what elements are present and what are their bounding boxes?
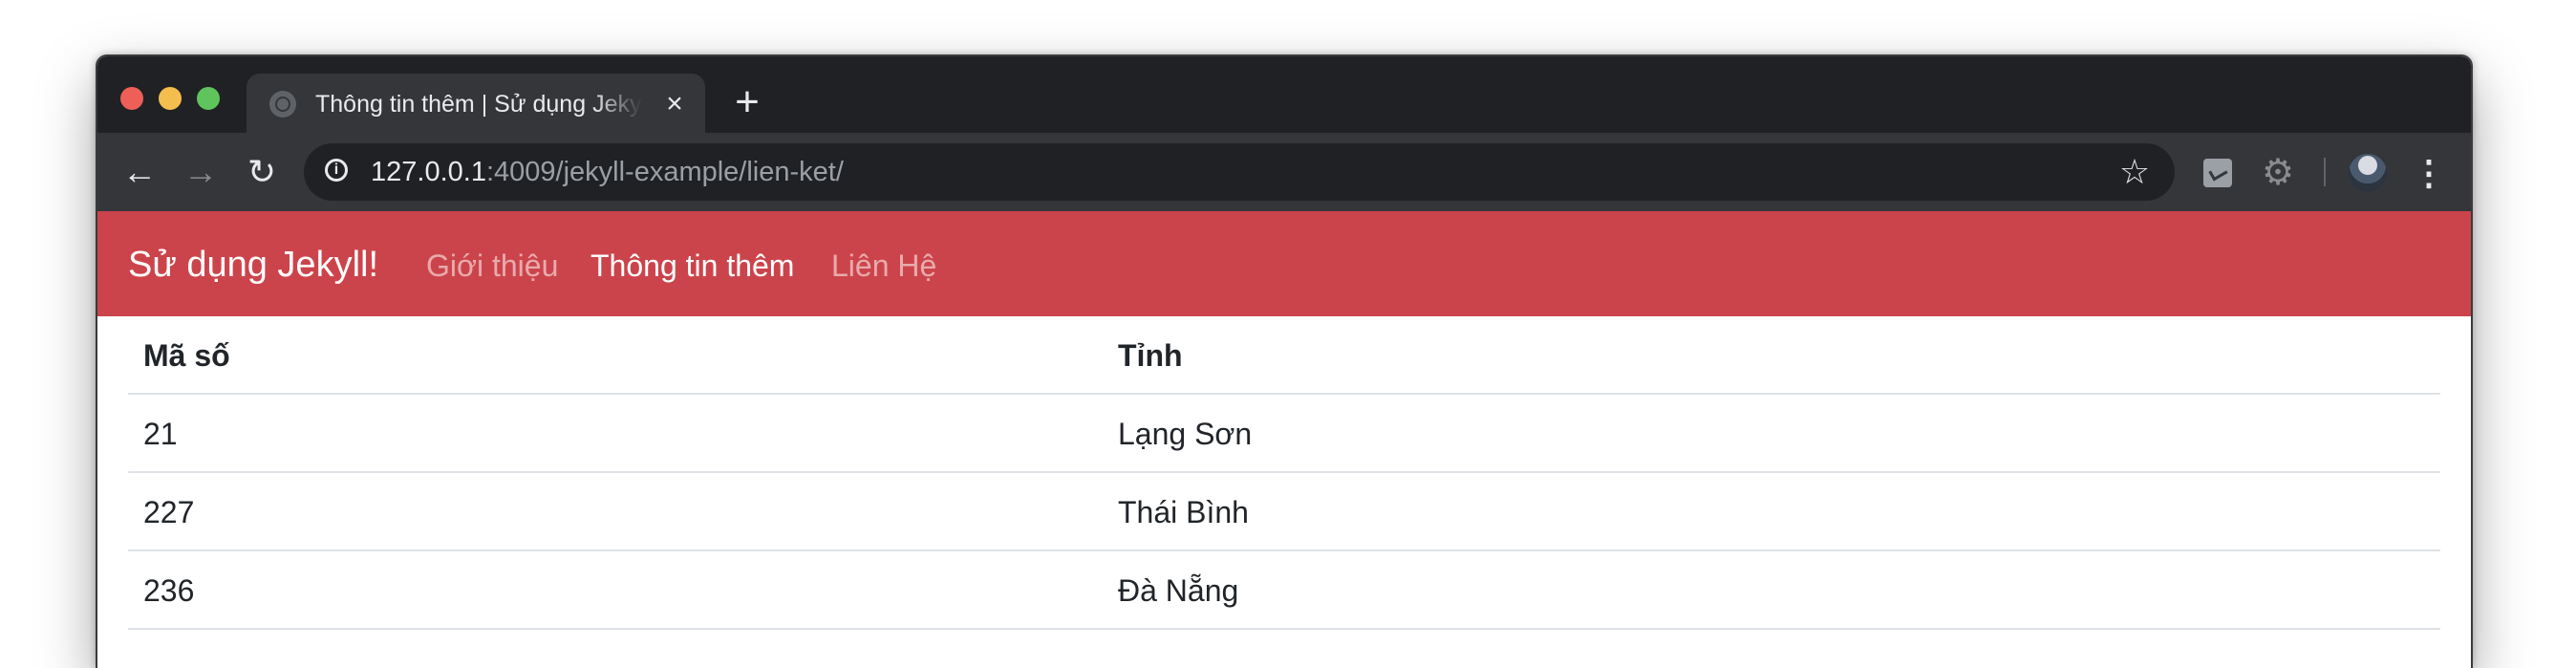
minimize-window-button[interactable] xyxy=(159,87,182,110)
reload-icon[interactable]: ↻ xyxy=(239,149,285,195)
address-bar[interactable]: i 127.0.0.1:4009/jekyll-example/lien-ket… xyxy=(304,143,2175,201)
tab-active[interactable]: Thông tin thêm | Sử dụng Jekyll! × xyxy=(247,74,705,133)
toolbar-divider xyxy=(2324,158,2326,186)
close-window-button[interactable] xyxy=(120,87,143,110)
header-ma-so: Mã số xyxy=(143,338,230,373)
site-brand[interactable]: Sử dụng Jekyll! xyxy=(128,244,378,286)
url-host: 127.0.0.1 xyxy=(371,157,486,187)
table-row: 227 Thái Bình xyxy=(128,473,2440,551)
site-navbar: Sử dụng Jekyll! Giới thiệu Thông tin thê… xyxy=(97,211,2471,316)
nav-link-gioi-thieu[interactable]: Giới thiệu xyxy=(426,248,558,284)
cell-code: 227 xyxy=(143,495,195,529)
url-path: :4009/jekyll-example/lien-ket/ xyxy=(485,157,844,187)
browser-toolbar: ← → ↻ i 127.0.0.1:4009/jekyll-example/li… xyxy=(97,133,2471,211)
tab-strip: Thông tin thêm | Sử dụng Jekyll! × + xyxy=(97,56,2471,133)
province-table: Mã số Tỉnh 21 Lạng Sơn 227 Thái Bình 236… xyxy=(128,316,2440,630)
nav-link-thong-tin-them[interactable]: Thông tin thêm xyxy=(590,248,794,284)
nav-link-lien-he[interactable]: Liên Hệ xyxy=(831,248,936,284)
table-header-row: Mã số Tỉnh xyxy=(128,316,2440,395)
table-row: 236 Đà Nẵng xyxy=(128,551,2440,630)
close-tab-icon[interactable]: × xyxy=(657,87,692,121)
back-icon[interactable]: ← xyxy=(117,149,162,195)
bookmark-star-icon[interactable]: ☆ xyxy=(2115,153,2154,191)
globe-icon xyxy=(269,91,296,118)
cell-code: 236 xyxy=(143,573,195,608)
new-tab-button[interactable]: + xyxy=(724,79,770,125)
cell-province: Lạng Sơn xyxy=(1118,417,1253,451)
profile-avatar[interactable] xyxy=(2349,154,2387,192)
extension-check-icon[interactable] xyxy=(2203,159,2232,187)
forward-icon[interactable]: → xyxy=(178,149,224,195)
info-icon[interactable]: i xyxy=(325,159,348,182)
cell-province: Thái Bình xyxy=(1118,495,1249,529)
url-text[interactable]: 127.0.0.1:4009/jekyll-example/lien-ket/ xyxy=(371,155,844,189)
tab-title: Thông tin thêm | Sử dụng Jekyll! xyxy=(315,91,642,118)
menu-icon[interactable]: ⋮ xyxy=(2412,152,2446,194)
header-tinh: Tỉnh xyxy=(1118,338,1183,373)
maximize-window-button[interactable] xyxy=(197,87,220,110)
cell-province: Đà Nẵng xyxy=(1118,573,1239,608)
table-row: 21 Lạng Sơn xyxy=(128,395,2440,473)
browser-window: Thông tin thêm | Sử dụng Jekyll! × + ← →… xyxy=(96,54,2473,668)
cell-code: 21 xyxy=(143,417,178,451)
extension-gear-icon[interactable]: ⚙ xyxy=(2259,154,2297,192)
